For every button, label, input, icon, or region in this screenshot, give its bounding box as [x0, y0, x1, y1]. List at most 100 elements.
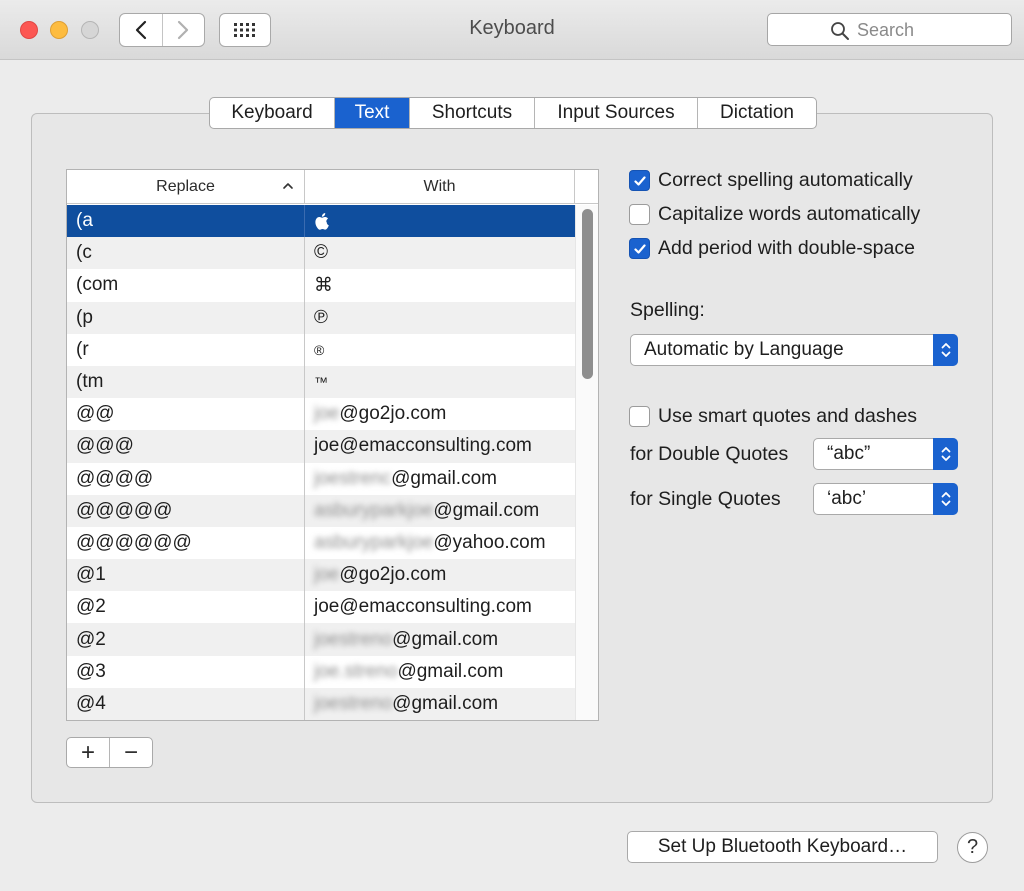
chevron-right-icon	[178, 20, 189, 40]
column-header-with-label: With	[423, 178, 456, 195]
table-row[interactable]: @2 joestreno @gmail.com	[67, 623, 575, 656]
tab-keyboard[interactable]: Keyboard	[210, 98, 335, 128]
spelling-language-value: Automatic by Language	[644, 339, 844, 360]
table-row[interactable]: (a	[67, 205, 575, 238]
add-remove-control: + −	[66, 737, 153, 768]
forward-button[interactable]	[161, 14, 205, 46]
apple-logo-icon	[315, 213, 329, 230]
column-header-replace[interactable]: Replace	[67, 170, 304, 204]
replace-cell: @@@@@@	[76, 531, 192, 553]
search-input[interactable]: Search	[767, 13, 1012, 46]
with-cell: joe @go2jo.com	[304, 559, 575, 592]
smart-quotes-option[interactable]: Use smart quotes and dashes	[629, 405, 917, 428]
double-quotes-select[interactable]: “abc”	[813, 438, 958, 470]
single-quotes-select[interactable]: ‘abc’	[813, 483, 958, 515]
table-row[interactable]: @4 joestreno @gmail.com	[67, 687, 575, 720]
table-row[interactable]: (com ⌘	[67, 269, 575, 302]
capitalize-words-option[interactable]: Capitalize words automatically	[629, 203, 920, 226]
spelling-label: Spelling:	[630, 299, 705, 321]
text-replacement-table[interactable]: Replace With (a (c © (com ⌘ (p ℗ (r ® (t…	[66, 169, 599, 721]
table-row[interactable]: @@@@@ asburyparkjoe @gmail.com	[67, 494, 575, 527]
replace-cell: @@@@	[76, 467, 154, 489]
table-row[interactable]: @3 joe.streno @gmail.com	[67, 655, 575, 688]
correct-spelling-option[interactable]: Correct spelling automatically	[629, 169, 913, 192]
add-period-checkbox[interactable]	[629, 238, 650, 259]
sort-ascending-icon	[283, 183, 293, 189]
replace-cell: @@@	[76, 435, 134, 457]
correct-spelling-checkbox[interactable]	[629, 170, 650, 191]
table-body: (a (c © (com ⌘ (p ℗ (r ® (tm ™ @@ joe @g…	[67, 205, 575, 720]
table-row[interactable]: (c ©	[67, 237, 575, 270]
zoom-window-button[interactable]	[81, 21, 99, 39]
tab-shortcuts[interactable]: Shortcuts	[410, 98, 535, 128]
table-row[interactable]: @@@ joe@emacconsulting.com	[67, 430, 575, 463]
redacted-text: joe.streno	[314, 660, 398, 682]
with-cell: ™	[304, 365, 575, 399]
with-cell: ℗	[304, 301, 575, 334]
search-placeholder: Search	[857, 20, 915, 40]
table-row[interactable]: @1 joe @go2jo.com	[67, 559, 575, 592]
chevron-up-down-icon	[941, 343, 950, 357]
back-button[interactable]	[120, 14, 162, 46]
window-title: Keyboard	[469, 17, 555, 39]
double-quotes-stepper	[933, 438, 958, 470]
redacted-text: joestrenc	[314, 467, 392, 489]
single-quotes-value: ‘abc’	[827, 488, 867, 509]
replace-cell: (c	[76, 242, 92, 264]
replace-cell: @1	[76, 564, 106, 586]
with-cell	[304, 205, 575, 238]
title-bar: Keyboard Search	[0, 0, 1024, 60]
checkmark-icon	[633, 175, 646, 186]
redacted-text: asburyparkjoe	[314, 531, 434, 553]
table-row[interactable]: @@@@@@ asburyparkjoe @yahoo.com	[67, 526, 575, 560]
spelling-stepper	[933, 334, 958, 366]
show-all-button[interactable]	[219, 13, 271, 47]
tab-bar: Keyboard Text Shortcuts Input Sources Di…	[209, 97, 817, 129]
redacted-text: asburyparkjoe	[314, 499, 434, 521]
scrollbar-thumb[interactable]	[582, 209, 593, 379]
with-cell-text: @gmail.com	[392, 692, 499, 714]
tab-dictation[interactable]: Dictation	[698, 98, 816, 128]
with-cell: joe@emacconsulting.com	[304, 591, 575, 624]
with-cell: joestrenc @gmail.com	[304, 462, 575, 495]
table-row[interactable]: (p ℗	[67, 301, 575, 334]
replace-cell: (a	[76, 210, 93, 232]
table-scrollbar[interactable]	[575, 205, 598, 720]
tab-input-sources[interactable]: Input Sources	[535, 98, 698, 128]
table-row[interactable]: @@@@ joestrenc @gmail.com	[67, 462, 575, 495]
table-row[interactable]: (tm ™	[67, 365, 575, 399]
search-icon	[831, 21, 849, 40]
spelling-language-select[interactable]: Automatic by Language	[630, 334, 958, 366]
table-row[interactable]: (r ®	[67, 333, 575, 366]
redacted-text: joestreno	[314, 692, 393, 714]
chevron-up-down-icon	[941, 447, 950, 461]
remove-replacement-button[interactable]: −	[109, 738, 152, 767]
column-header-with[interactable]: With	[304, 170, 575, 204]
column-header-replace-label: Replace	[156, 178, 215, 195]
replace-cell: (r	[76, 338, 89, 360]
with-cell: ®	[304, 333, 575, 366]
add-period-label: Add period with double-space	[658, 237, 915, 259]
smart-quotes-checkbox[interactable]	[629, 406, 650, 427]
with-cell: joe @go2jo.com	[304, 398, 575, 431]
add-replacement-button[interactable]: +	[67, 738, 109, 767]
replace-cell: @@@@@	[76, 499, 173, 521]
redacted-text: joestreno	[314, 628, 393, 650]
replace-cell: @2	[76, 628, 106, 650]
chevron-up-down-icon	[941, 492, 950, 506]
capitalize-words-checkbox[interactable]	[629, 204, 650, 225]
close-window-button[interactable]	[20, 21, 38, 39]
redacted-text: joe	[314, 564, 340, 586]
replace-cell: (tm	[76, 371, 104, 393]
redacted-text: joe	[314, 403, 340, 425]
single-quotes-label: for Single Quotes	[630, 488, 781, 510]
with-cell-text: @go2jo.com	[339, 564, 447, 586]
tab-text[interactable]: Text	[335, 98, 410, 128]
setup-bluetooth-keyboard-button[interactable]: Set Up Bluetooth Keyboard…	[627, 831, 938, 863]
add-period-option[interactable]: Add period with double-space	[629, 237, 915, 260]
table-row[interactable]: @@ joe @go2jo.com	[67, 398, 575, 431]
help-button[interactable]: ?	[957, 832, 988, 863]
table-row[interactable]: @2 joe@emacconsulting.com	[67, 591, 575, 624]
with-cell: ©	[304, 237, 575, 270]
minimize-window-button[interactable]	[50, 21, 68, 39]
